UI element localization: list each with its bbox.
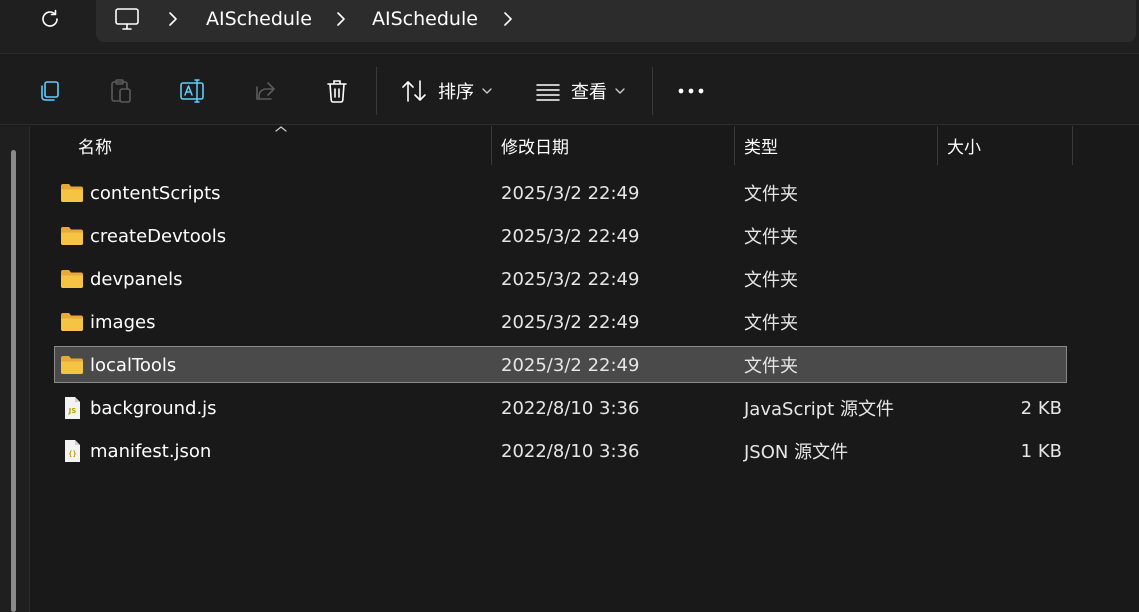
delete-button[interactable]: [322, 75, 352, 107]
file-modified: 2025/3/2 22:49: [501, 182, 640, 204]
column-header-name[interactable]: 名称: [78, 126, 112, 165]
breadcrumb-separator[interactable]: [167, 9, 179, 29]
file-size: [954, 347, 1062, 383]
svg-text:JS: JS: [68, 407, 77, 415]
toolbar-divider: [376, 67, 377, 115]
rename-button[interactable]: [178, 75, 208, 107]
file-name: manifest.json: [90, 440, 212, 462]
chevron-right-icon: [504, 12, 512, 26]
file-row-selected[interactable]: localTools 2025/3/2 22:49 文件夹: [54, 346, 1067, 383]
folder-icon: [61, 313, 83, 331]
command-bar: 排序 查看: [0, 55, 1139, 125]
file-modified: 2025/3/2 22:49: [501, 311, 640, 333]
copy-button[interactable]: [34, 75, 64, 107]
sort-ascending-icon: [275, 126, 287, 132]
file-type: 文件夹: [744, 356, 798, 377]
file-name: background.js: [90, 397, 217, 419]
share-icon: [256, 82, 275, 100]
paste-icon: [111, 79, 131, 103]
js-file-icon: JS: [65, 397, 80, 419]
breadcrumb-item[interactable]: AISchedule: [206, 6, 312, 32]
refresh-icon: [42, 9, 58, 27]
folder-icon: [61, 227, 83, 245]
file-size: 2 KB: [1020, 397, 1062, 419]
address-strip: AISchedule AISchedule: [0, 0, 1139, 54]
file-row[interactable]: devpanels 2025/3/2 22:49 文件夹: [54, 261, 1067, 297]
file-modified: 2025/3/2 22:49: [501, 354, 640, 376]
file-type: JavaScript 源文件: [744, 399, 894, 420]
chevron-down-icon: [615, 88, 625, 94]
file-size: [954, 261, 1062, 297]
file-name: images: [90, 311, 156, 333]
file-modified: 2025/3/2 22:49: [501, 268, 640, 290]
breadcrumb-item[interactable]: AISchedule: [372, 6, 478, 32]
folder-icon: [61, 184, 83, 202]
chevron-right-icon: [169, 12, 177, 26]
sort-label: 排序: [438, 82, 474, 103]
file-row[interactable]: createDevtools 2025/3/2 22:49 文件夹: [54, 218, 1067, 254]
file-name: contentScripts: [90, 182, 221, 204]
column-header-size[interactable]: 大小: [947, 126, 981, 165]
chevron-down-icon: [482, 88, 492, 94]
file-modified: 2022/8/10 3:36: [501, 440, 640, 462]
file-type: 文件夹: [744, 184, 798, 205]
file-type: 文件夹: [744, 270, 798, 291]
svg-text:{}: {}: [68, 450, 76, 458]
file-modified: 2025/3/2 22:49: [501, 225, 640, 247]
this-pc-crumb[interactable]: [114, 6, 140, 32]
file-row[interactable]: images 2025/3/2 22:49 文件夹: [54, 304, 1067, 340]
refresh-button[interactable]: [36, 6, 64, 32]
share-button[interactable]: [251, 75, 281, 107]
breadcrumb-separator[interactable]: [335, 9, 347, 29]
file-list: 名称 修改日期 类型 大小 contentScripts 2025/3/2 22…: [31, 126, 1139, 612]
file-type: JSON 源文件: [744, 442, 849, 463]
paste-button[interactable]: [106, 75, 136, 107]
toolbar-divider: [652, 67, 653, 115]
file-size: 1 KB: [1020, 440, 1062, 462]
column-divider[interactable]: [1072, 126, 1073, 165]
column-header-type[interactable]: 类型: [744, 126, 778, 165]
folder-icon: [61, 356, 83, 374]
folder-icon: [61, 270, 83, 288]
json-file-icon: {}: [65, 440, 80, 462]
file-name: localTools: [90, 354, 177, 376]
file-size: [954, 175, 1062, 211]
column-header-modified[interactable]: 修改日期: [501, 126, 569, 165]
monitor-icon: [115, 8, 139, 30]
file-name: devpanels: [90, 268, 183, 290]
file-name: createDevtools: [90, 225, 227, 247]
file-size: [954, 304, 1062, 340]
rename-icon: [180, 79, 204, 103]
column-divider[interactable]: [491, 126, 492, 165]
navigation-scrollbar[interactable]: [11, 150, 16, 612]
column-divider[interactable]: [937, 126, 938, 165]
sort-button[interactable]: 排序: [400, 75, 492, 107]
more-options-button[interactable]: [676, 75, 706, 107]
file-row[interactable]: {} manifest.json 2022/8/10 3:36 JSON 源文件…: [54, 433, 1067, 469]
trash-icon: [327, 80, 347, 103]
view-button[interactable]: 查看: [535, 75, 625, 107]
file-row[interactable]: contentScripts 2025/3/2 22:49 文件夹: [54, 175, 1067, 211]
file-size: [954, 218, 1062, 254]
sort-icon: [402, 80, 426, 102]
copy-icon: [41, 81, 59, 101]
file-type: 文件夹: [744, 227, 798, 248]
file-type: 文件夹: [744, 313, 798, 334]
column-divider[interactable]: [734, 126, 735, 165]
view-label: 查看: [571, 82, 607, 103]
file-modified: 2022/8/10 3:36: [501, 397, 640, 419]
more-icon: [678, 88, 704, 94]
list-view-icon: [536, 84, 560, 101]
file-row[interactable]: JS background.js 2022/8/10 3:36 JavaScri…: [54, 390, 1067, 426]
breadcrumb-separator[interactable]: [502, 9, 514, 29]
chevron-right-icon: [337, 12, 345, 26]
